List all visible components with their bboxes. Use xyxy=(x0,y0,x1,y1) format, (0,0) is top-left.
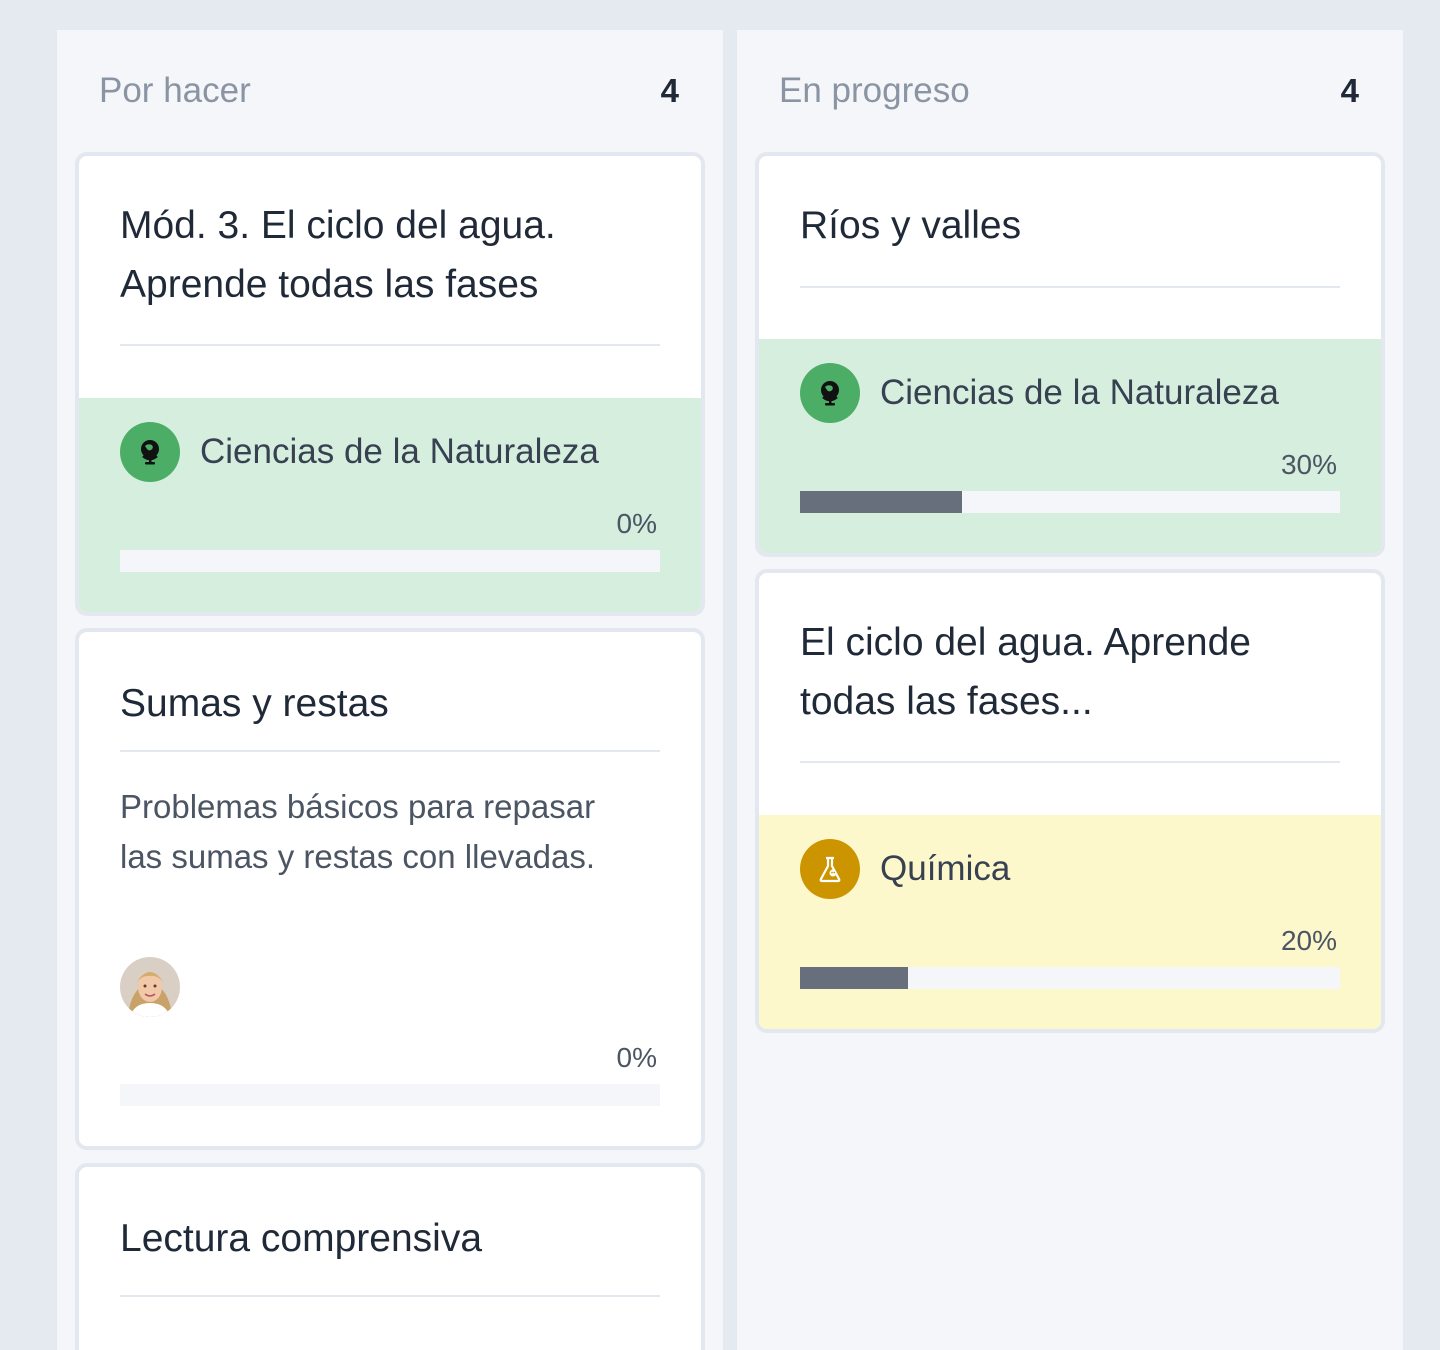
subject-tag[interactable]: Química xyxy=(800,839,1010,899)
column-count: 4 xyxy=(660,72,679,109)
subject-tag[interactable]: Ciencias de la Naturaleza xyxy=(800,363,1279,423)
progress-area: 0% xyxy=(79,1036,701,1146)
task-card-ciclo-agua-quimica[interactable]: El ciclo del agua. Aprende todas las fas… xyxy=(755,569,1385,1033)
subject-area: Ciencias de la Naturaleza 30% xyxy=(759,339,1381,553)
globe-icon xyxy=(800,363,860,423)
description-line: las sumas y restas con llevadas. xyxy=(120,838,596,875)
task-card-ciclo-agua[interactable]: Mód. 3. El ciclo del agua. Aprende todas… xyxy=(75,152,705,616)
globe-icon xyxy=(120,422,180,482)
column-header: Por hacer 4 xyxy=(57,30,723,152)
progress-percent: 0% xyxy=(616,508,657,539)
progress-bar-fill xyxy=(800,967,908,989)
card-title-line: Mód. 3. El ciclo del agua. xyxy=(120,204,556,247)
card-title: Lectura comprensiva xyxy=(120,1217,483,1260)
task-card-sumas-restas[interactable]: Sumas y restas Problemas básicos para re… xyxy=(75,628,705,1150)
card-divider xyxy=(120,750,660,752)
card-title: Sumas y restas xyxy=(120,682,389,725)
card-title-line: Aprende todas las fases xyxy=(120,263,539,306)
task-card-rios-valles[interactable]: Ríos y valles Ciencias de la Naturaleza … xyxy=(755,152,1385,557)
card-title-line: El ciclo del agua. Aprende xyxy=(800,621,1251,664)
card-description: Problemas básicos para repasar las sumas… xyxy=(120,782,660,882)
subject-tag[interactable]: Ciencias de la Naturaleza xyxy=(120,422,599,482)
task-card-lectura[interactable]: Lectura comprensiva xyxy=(75,1163,705,1350)
card-title: Mód. 3. El ciclo del agua. Aprende todas… xyxy=(120,196,660,314)
card-title: El ciclo del agua. Aprende todas las fas… xyxy=(800,613,1340,731)
progress-percent: 30% xyxy=(1280,449,1337,480)
progress-bar xyxy=(120,550,660,572)
subject-area: Química 20% xyxy=(759,815,1381,1029)
column-en-progreso: En progreso 4 Ríos y valles Ciencias de … xyxy=(737,30,1403,1350)
column-header: En progreso 4 xyxy=(737,30,1403,152)
card-divider xyxy=(800,761,1340,763)
subject-area: Ciencias de la Naturaleza 0% xyxy=(79,398,701,612)
card-divider xyxy=(120,344,660,346)
progress-percent: 0% xyxy=(616,1042,657,1073)
flask-icon xyxy=(800,839,860,899)
subject-label: Química xyxy=(880,849,1011,888)
subject-label: Ciencias de la Naturaleza xyxy=(880,373,1279,412)
progress-bar xyxy=(120,1084,660,1106)
progress-bar xyxy=(800,491,1340,513)
avatar[interactable] xyxy=(120,957,180,1017)
column-title: En progreso xyxy=(779,71,970,110)
progress-bar-fill xyxy=(800,491,962,513)
card-title-line: todas las fases... xyxy=(800,680,1093,723)
column-por-hacer: Por hacer 4 Mód. 3. El ciclo del agua. A… xyxy=(57,30,723,1350)
description-line: Problemas básicos para repasar xyxy=(120,788,596,825)
column-title: Por hacer xyxy=(99,71,251,110)
progress-percent: 20% xyxy=(1280,925,1337,956)
subject-label: Ciencias de la Naturaleza xyxy=(200,432,599,471)
column-count: 4 xyxy=(1340,72,1359,109)
progress-bar xyxy=(800,967,1340,989)
card-divider xyxy=(120,1295,660,1297)
card-title: Ríos y valles xyxy=(800,204,1022,247)
card-divider xyxy=(800,286,1340,288)
